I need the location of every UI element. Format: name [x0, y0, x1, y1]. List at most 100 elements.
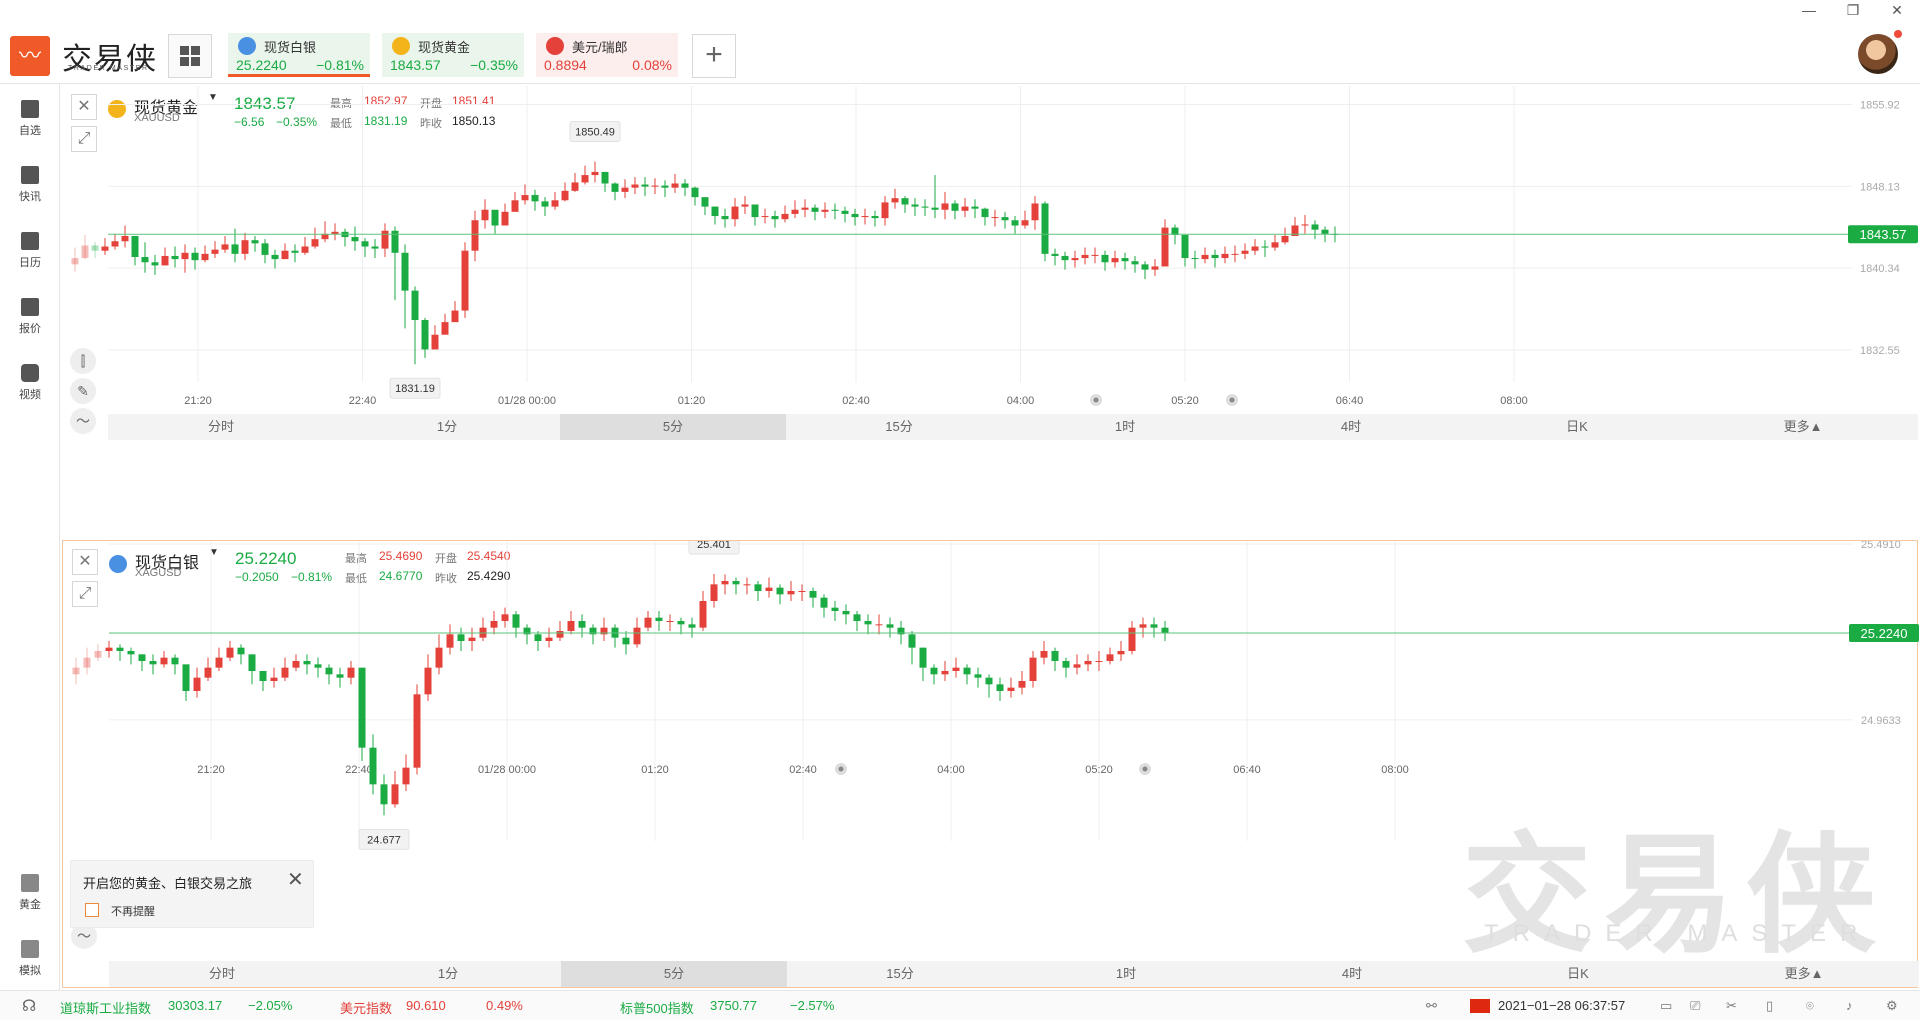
sidebar-item-video[interactable]: 视频 — [0, 364, 60, 402]
period-tab-1m[interactable]: 1分 — [335, 961, 561, 987]
user-avatar[interactable] — [1858, 34, 1898, 74]
sidebar-item-news[interactable]: 快讯 — [0, 166, 60, 204]
candle-body — [798, 591, 806, 592]
sidebar-item-calendar[interactable]: 日历 — [0, 232, 60, 270]
restore-button[interactable]: ❐ — [1838, 2, 1868, 19]
dont-remind-checkbox[interactable] — [85, 903, 99, 917]
window-icon[interactable]: ▭ — [1660, 998, 1672, 1014]
y-axis-tick-label: 1832.55 — [1860, 345, 1900, 357]
candle-body — [331, 231, 339, 234]
candle-body — [501, 211, 509, 226]
tools-icon[interactable]: ✂ — [1726, 998, 1737, 1014]
candle-body — [688, 624, 696, 628]
phone-icon[interactable]: ▯ — [1766, 998, 1773, 1014]
candle-body — [1261, 246, 1269, 248]
candle-body — [261, 243, 269, 255]
period-tab-15m[interactable]: 15分 — [787, 961, 1013, 987]
sidebar-item-watchlist[interactable]: 自选 — [0, 100, 60, 138]
chart-style-icon[interactable]: 〜 — [70, 408, 96, 434]
candle-body — [215, 657, 223, 668]
candle-body — [201, 253, 209, 261]
headset-icon[interactable]: ☊ — [22, 996, 36, 1016]
quote-tab-gold[interactable]: 现货黄金 1843.57 −0.35% — [382, 33, 524, 77]
period-tab-5m[interactable]: 5分 — [561, 961, 787, 987]
candle-body — [891, 198, 899, 203]
candle-body — [380, 784, 388, 805]
quote-tab-name: 美元/瑞郎 — [572, 40, 628, 55]
screen-icon[interactable]: ⎚ — [1690, 998, 1700, 1014]
add-tab-button[interactable]: + — [692, 34, 736, 78]
candle-body — [1321, 229, 1329, 234]
link-icon[interactable]: ⚯ — [1426, 998, 1437, 1014]
sidebar-item-quotes[interactable]: 报价 — [0, 298, 60, 336]
sidebar-item-gold[interactable]: 黄金 — [0, 874, 60, 912]
period-tab-daily[interactable]: 日K — [1464, 414, 1690, 440]
index-change: −2.05% — [248, 998, 293, 1013]
index-name[interactable]: 美元指数 — [340, 998, 392, 1017]
gold-chart-panel: ✕ ⤢ 现货黄金 ▼ XAUUSD 1843.57 −6.56 −0.35% 最… — [62, 86, 1918, 532]
layout-grid-button[interactable] — [168, 34, 212, 78]
period-tab-5m[interactable]: 5分 — [560, 414, 786, 440]
period-tab-more[interactable]: 更多▲ — [1690, 414, 1916, 440]
candle-body — [842, 611, 850, 615]
period-tab-1h[interactable]: 1时 — [1013, 961, 1239, 987]
candle-body — [131, 236, 139, 258]
period-tab-timeshare[interactable]: 分时 — [108, 414, 334, 440]
candle-body — [1095, 661, 1103, 662]
swiss-flag-icon — [546, 37, 564, 55]
candle-body — [271, 254, 279, 260]
candle-body — [160, 657, 168, 665]
calendar-icon — [21, 232, 39, 250]
candle-body — [481, 209, 489, 221]
gold-candlestick-chart[interactable]: 21:20 22:40 01/28 00:00 01:20 02:40 04:00 05:2… — [62, 86, 1918, 506]
index-name[interactable]: 道琼斯工业指数 — [60, 998, 151, 1017]
x-axis-tick-label: 01/28 00:00 — [478, 764, 536, 776]
sidebar-item-demo[interactable]: 模拟 — [0, 940, 60, 978]
period-tab-15m[interactable]: 15分 — [786, 414, 1012, 440]
minimize-button[interactable]: — — [1794, 2, 1824, 18]
period-tab-1h[interactable]: 1时 — [1012, 414, 1238, 440]
candle-body — [83, 657, 91, 668]
index-value: 90.610 — [406, 998, 446, 1013]
candle-body — [1081, 254, 1089, 259]
candle-body — [161, 255, 169, 266]
candle-body — [545, 637, 553, 641]
candle-body — [94, 651, 102, 658]
candle-body — [491, 209, 499, 226]
mute-icon[interactable]: ♪ — [1846, 998, 1853, 1013]
candle-body — [401, 252, 409, 291]
candle-body — [226, 647, 234, 658]
candle-body — [611, 183, 619, 192]
close-window-button[interactable]: ✕ — [1882, 2, 1912, 19]
period-tab-timeshare[interactable]: 分时 — [109, 961, 335, 987]
candle-body — [930, 667, 938, 675]
period-tab-4h[interactable]: 4时 — [1239, 961, 1465, 987]
period-tab-4h[interactable]: 4时 — [1238, 414, 1464, 440]
quote-tab-usdchf[interactable]: 美元/瑞郎 0.8894 0.08% — [536, 33, 678, 77]
draw-pen-icon[interactable]: ✎ — [70, 378, 96, 404]
candle-body — [996, 684, 1004, 691]
candle-body — [101, 246, 109, 251]
notification-dot — [1894, 30, 1902, 38]
candle-body — [571, 182, 579, 191]
settings-gear-icon[interactable]: ⚙ — [1886, 998, 1898, 1014]
camera-icon[interactable]: ⌾ — [1806, 998, 1814, 1014]
candle-body — [193, 677, 201, 691]
quote-tab-silver[interactable]: 现货白银 25.2240 −0.81% — [228, 33, 370, 77]
candle-body — [1211, 254, 1219, 259]
candle-body — [1011, 220, 1019, 226]
period-tab-1m[interactable]: 1分 — [334, 414, 560, 440]
indicator-tool-icon[interactable]: ⫿ — [70, 348, 96, 374]
candle-body — [241, 240, 249, 254]
quote-tab-name: 现货黄金 — [418, 40, 471, 55]
candle-body — [72, 667, 80, 675]
watermark-text: TRADER MASTER — [1484, 920, 1872, 947]
candle-body — [421, 320, 429, 350]
candle-body — [1101, 254, 1109, 263]
popup-close-button[interactable]: ✕ — [287, 867, 304, 892]
index-name[interactable]: 标普500指数 — [620, 998, 694, 1017]
candle-body — [512, 614, 520, 628]
candle-body — [361, 241, 369, 247]
candle-body — [681, 183, 689, 188]
chart-line-icon — [21, 298, 39, 316]
